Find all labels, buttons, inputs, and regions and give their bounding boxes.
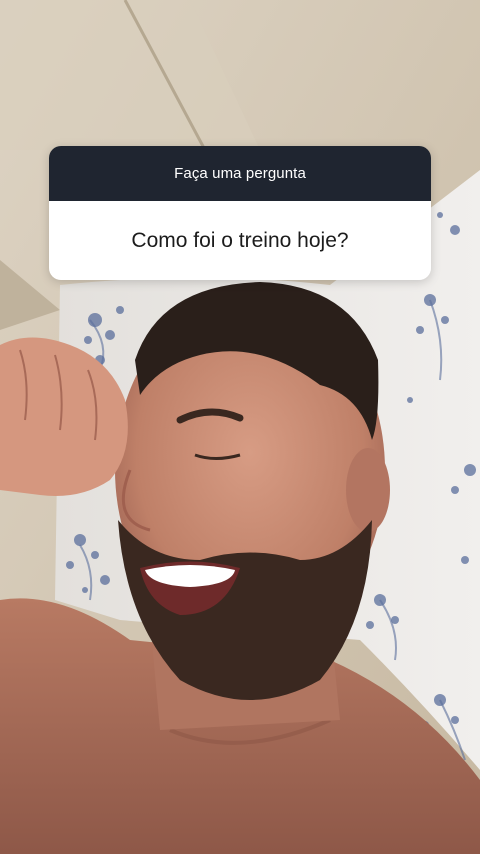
question-text: Como foi o treino hoje? [131, 228, 349, 252]
question-sticker[interactable]: Faça uma pergunta Como foi o treino hoje… [49, 146, 431, 280]
story-photo-illustration [0, 0, 480, 854]
question-sticker-header: Faça uma pergunta [49, 146, 431, 201]
story-photo [0, 0, 480, 854]
question-sticker-header-label: Faça uma pergunta [174, 165, 306, 182]
question-sticker-body: Como foi o treino hoje? [49, 201, 431, 280]
